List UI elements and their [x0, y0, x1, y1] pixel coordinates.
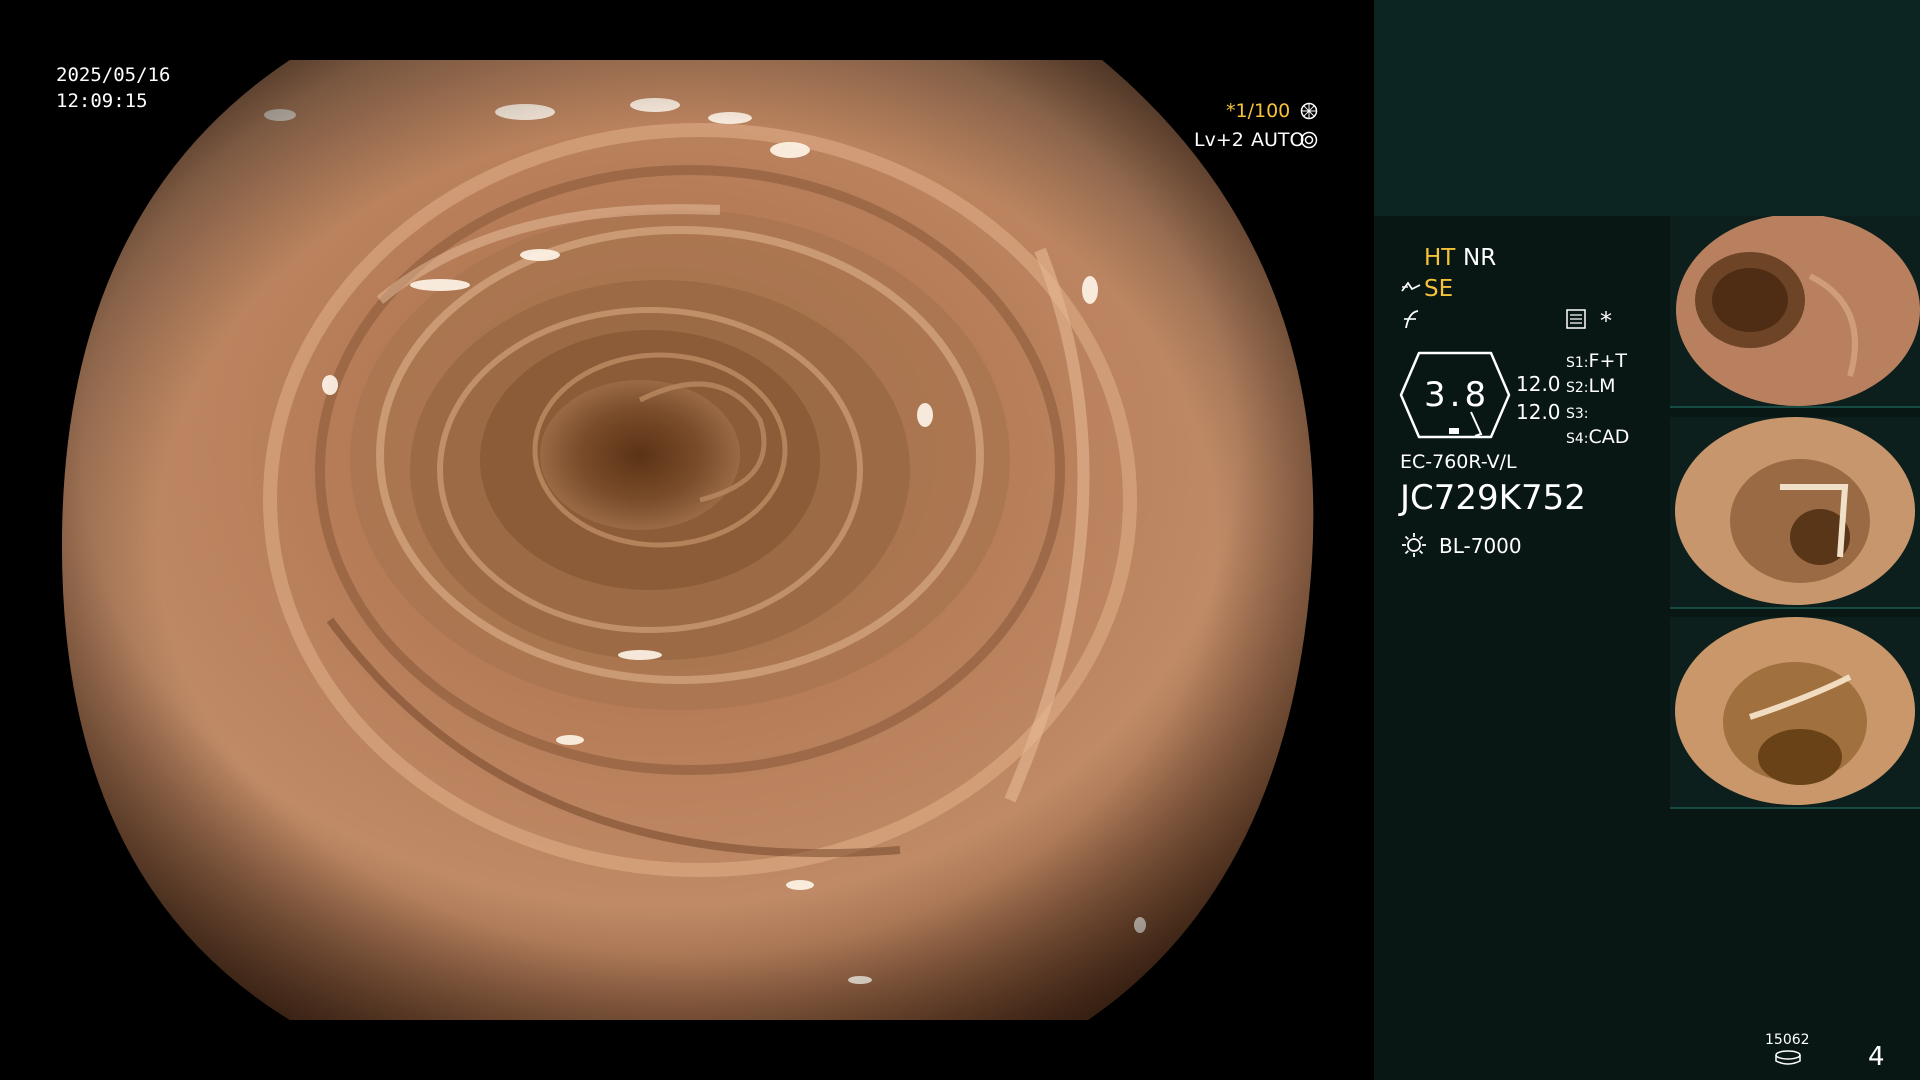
date-label: 2025/05/16 [56, 64, 171, 86]
switch-s2: S2:LM [1566, 375, 1616, 397]
page-number: 4 [1868, 1042, 1885, 1072]
endoscopy-screen: 2025/05/16 12:09:15 *1/100 Lv+2 AUTO HT … [0, 0, 1920, 1080]
nr-mode-label: NR [1463, 245, 1497, 271]
level-label: Lv+2 [1194, 129, 1244, 151]
thumbnail-image [1675, 617, 1915, 805]
time-label: 12:09:15 [56, 90, 148, 112]
scope-serial-label: JC729K752 [1400, 478, 1586, 518]
switch-s3: S3: [1566, 406, 1589, 422]
memo-icon [1566, 309, 1586, 329]
thumbnail-strip [1670, 607, 1920, 609]
ht-mode-label: HT [1424, 245, 1456, 271]
shutter-speed-label: *1/100 [1226, 100, 1291, 122]
thumbnail-3[interactable] [1670, 617, 1920, 809]
switch-key: S4 [1566, 431, 1584, 447]
thumbnail-image [1675, 417, 1915, 605]
thumbnail-2[interactable] [1670, 417, 1920, 609]
shutter-wheel-icon [1300, 102, 1318, 120]
switch-value: F+T [1588, 350, 1627, 372]
light-source-label: BL-7000 [1439, 534, 1522, 558]
disk-icon [1775, 1050, 1801, 1065]
thumbnail-strip [1670, 807, 1920, 809]
se-mode-label: SE [1424, 276, 1454, 302]
light-source-icon [1402, 533, 1426, 557]
thumbnail-strip [1670, 406, 1920, 408]
color-tone-icon [1404, 310, 1419, 329]
value-bottom: 12.0 [1516, 400, 1561, 424]
value-top: 12.0 [1516, 372, 1561, 396]
scope-model-label: EC-760R-V/L [1400, 451, 1517, 473]
switch-value: CAD [1588, 426, 1630, 448]
counter-label: 15062 [1765, 1032, 1810, 1048]
switch-value: LM [1588, 375, 1616, 397]
side-panel-top [1374, 0, 1920, 216]
switch-key: S1 [1566, 355, 1584, 371]
structure-enhance-icon [1401, 281, 1421, 292]
switch-s4: S4:CAD [1566, 426, 1630, 448]
auto-label: AUTO [1251, 129, 1305, 151]
endoscopic-view [0, 0, 1374, 1080]
thumbnail-image [1676, 216, 1920, 406]
switch-key: S2 [1566, 380, 1584, 396]
dial-value: 3.8 [1424, 375, 1491, 415]
switch-s1: S1:F+T [1566, 350, 1627, 372]
switch-key: S3 [1566, 406, 1584, 422]
asterisk-label: * [1600, 307, 1612, 335]
thumbnail-1[interactable] [1670, 216, 1920, 408]
auto-iris-icon [1300, 131, 1318, 149]
